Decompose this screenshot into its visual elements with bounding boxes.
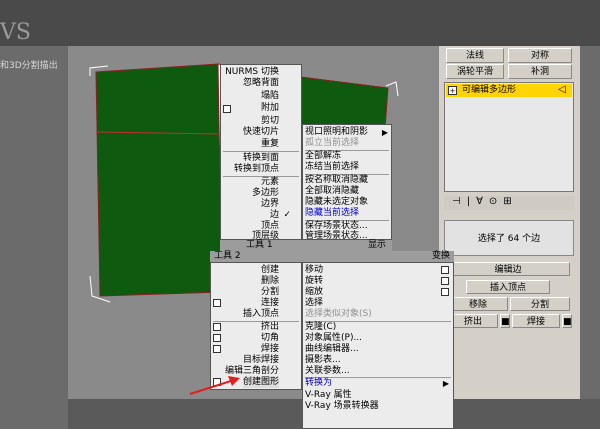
normal-button[interactable]: 法线 (446, 48, 504, 63)
menu-dope-sheet[interactable]: 摄影表... (305, 355, 341, 366)
menu-weld[interactable]: 焊接 (261, 344, 279, 355)
menu-element[interactable]: 元素 (261, 177, 279, 188)
menu-extrude[interactable]: 挤出 (261, 322, 279, 333)
annotation-arrow-icon (189, 376, 240, 395)
menu-edge[interactable]: 边 (270, 210, 279, 221)
menu-polygon[interactable]: 多边形 (252, 188, 279, 199)
selection-info: 选择了 64 个边 (444, 220, 574, 256)
header-tools1: 工具 1 (220, 240, 310, 251)
check-icon: ✓ (283, 210, 291, 220)
background-letters: VS (0, 20, 31, 45)
split-button[interactable]: 分割 (510, 297, 570, 311)
menu-freeze-selection[interactable]: 冻结当前选择 (305, 162, 359, 173)
menu-cut[interactable]: 剪切 (261, 116, 279, 127)
modifier-editable-poly[interactable]: 可编辑多边形 (446, 84, 572, 97)
background-top (0, 0, 600, 46)
menu-nurms-toggle[interactable]: NURMS 切换 (225, 67, 279, 78)
menu-create[interactable]: 创建 (261, 265, 279, 276)
menu-object-properties[interactable]: 对象属性(P)... (305, 333, 362, 344)
menu-chamfer[interactable]: 切角 (261, 333, 279, 344)
modifier-label: 可编辑多边形 (462, 85, 517, 95)
header-transform: 变换 (302, 251, 454, 262)
mesh-left-face (95, 63, 223, 297)
menu-curve-editor[interactable]: 曲线编辑器... (305, 344, 359, 355)
menu-select-similar[interactable]: 选择类似对象(S) (305, 309, 372, 320)
chamfer-settings-icon[interactable] (213, 334, 221, 342)
menu-clone[interactable]: 克隆(C) (305, 322, 336, 333)
menu-vray-scene-converter[interactable]: V-Ray 场景转换器 (305, 401, 379, 412)
menu-convert-to[interactable]: 转换为 (305, 378, 332, 389)
pin-icon[interactable]: ◁ (558, 84, 566, 95)
menu-scale[interactable]: 缩放 (305, 287, 323, 298)
menu-viewport-lighting[interactable]: 视口照明和阴影 (305, 127, 368, 138)
background-caption: 和3D分割描出 (0, 61, 58, 71)
menu-target-weld[interactable]: 目标焊接 (243, 355, 279, 366)
turbosmooth-button[interactable]: 涡轮平滑 (446, 64, 504, 79)
quad-display-menu: 视口照明和阴影 ▶ 孤立当前选择 全部解冻 冻结当前选择 按名称取消隐藏 全部取… (302, 124, 392, 241)
move-settings-icon[interactable] (441, 266, 449, 274)
menu-isolate-selection[interactable]: 孤立当前选择 (305, 138, 359, 149)
menu-remove[interactable]: 删除 (261, 276, 279, 287)
stack-tools-icons[interactable]: ⊣|∀⊙⊞ (444, 196, 574, 210)
menu-wire-parameters[interactable]: 关联参数... (305, 366, 350, 377)
extrude-menu-settings-icon[interactable] (213, 323, 221, 331)
expand-icon[interactable]: + (448, 86, 457, 95)
menu-select[interactable]: 选择 (305, 298, 323, 309)
menu-unhide-by-name[interactable]: 按名称取消隐藏 (305, 175, 368, 186)
rotate-settings-icon[interactable] (441, 277, 449, 285)
quad-transform-menu: 移动 旋转 缩放 选择 选择类似对象(S) 克隆(C) 对象属性(P)... 曲… (302, 262, 454, 429)
remove-button[interactable]: 移除 (448, 297, 508, 311)
menu-unhide-all[interactable]: 全部取消隐藏 (305, 186, 359, 197)
edit-edge-rollout[interactable]: 编辑边 (446, 262, 570, 276)
insert-vertex-button[interactable]: 插入顶点 (466, 280, 550, 294)
menu-rotate[interactable]: 旋转 (305, 276, 323, 287)
scale-settings-icon[interactable] (441, 288, 449, 296)
menu-border[interactable]: 边界 (261, 199, 279, 210)
menu-convert-to-vertex[interactable]: 转换到顶点 (234, 164, 279, 175)
connect-settings-icon[interactable] (213, 299, 221, 307)
cap-holes-button[interactable]: 补洞 (508, 64, 572, 79)
menu-hide-unselected[interactable]: 隐藏未选定对象 (305, 197, 368, 208)
menu-connect[interactable]: 连接 (261, 298, 279, 309)
quad-tools1-menu: NURMS 切换 忽略背面 塌陷 附加 剪切 快速切片 重复 转换到面 转换到顶… (220, 64, 302, 241)
submenu-arrow-icon: ▶ (442, 379, 449, 388)
extrude-settings-icon[interactable]: ■ (500, 314, 510, 328)
menu-ignore-backfacing[interactable]: 忽略背面 (243, 78, 279, 89)
menu-create-shape[interactable]: 创建图形 (242, 377, 279, 388)
menu-split[interactable]: 分割 (261, 287, 279, 298)
header-display: 显示 (310, 240, 392, 251)
weld-settings-icon[interactable]: ■ (562, 314, 572, 328)
header-tools2: 工具 2 (210, 251, 302, 262)
menu-attach[interactable]: 附加 (261, 103, 279, 114)
attach-settings-icon[interactable] (223, 105, 231, 113)
menu-move[interactable]: 移动 (305, 265, 323, 276)
weld-button[interactable]: 焊接 (512, 314, 560, 328)
menu-convert-to-face[interactable]: 转换到面 (243, 153, 279, 164)
weld-menu-settings-icon[interactable] (213, 345, 221, 353)
menu-insert-vertex[interactable]: 插入顶点 (243, 309, 279, 320)
extrude-button[interactable]: 挤出 (448, 314, 498, 328)
menu-unfreeze-all[interactable]: 全部解冻 (305, 151, 341, 162)
menu-vray-properties[interactable]: V-Ray 属性 (305, 390, 352, 401)
modifier-stack (444, 82, 574, 192)
menu-hide-selection[interactable]: 隐藏当前选择 (305, 208, 359, 219)
symmetry-button[interactable]: 对称 (508, 48, 572, 63)
submenu-arrow-icon: ▶ (381, 128, 388, 137)
menu-quickslice[interactable]: 快速切片 (243, 127, 279, 138)
menu-collapse[interactable]: 塌陷 (261, 91, 279, 102)
menu-repeat[interactable]: 重复 (261, 139, 279, 150)
